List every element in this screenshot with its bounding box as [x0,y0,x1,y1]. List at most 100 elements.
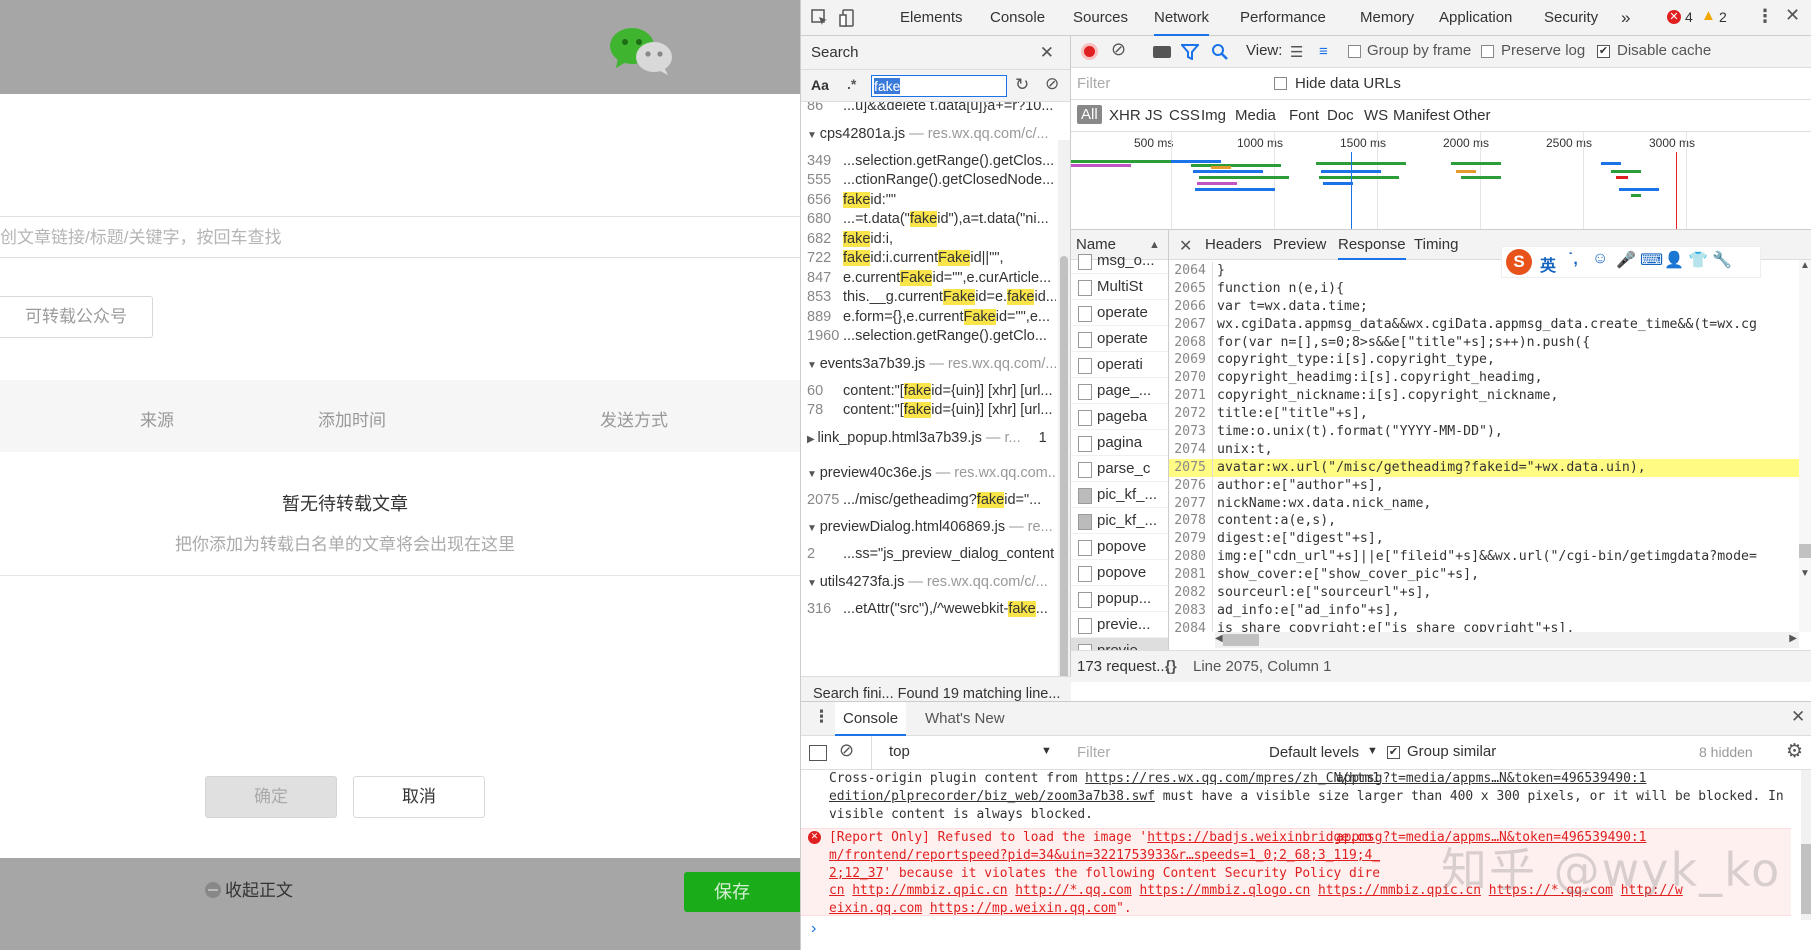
user-icon[interactable]: 👤 [1664,250,1684,270]
clear-search-icon[interactable]: ⊘ [1045,74,1059,94]
request-row[interactable]: operate [1071,326,1168,352]
search-result-line[interactable]: 60 content:"[fakeid={uin}] [xhr] [url... [807,382,1053,399]
request-row[interactable]: pageba [1071,404,1168,430]
pretty-print-icon[interactable]: {} [1165,651,1177,683]
type-filter-doc[interactable]: Doc [1327,107,1354,124]
type-filter-img[interactable]: Img [1201,107,1226,124]
tab-headers[interactable]: Headers [1205,236,1262,253]
clear-console-icon[interactable]: ⊘ [839,740,854,761]
microphone-icon[interactable]: 🎤 [1616,250,1636,270]
request-row[interactable]: pagina [1071,430,1168,456]
save-button[interactable]: 保存 [684,872,800,912]
tab-timing[interactable]: Timing [1414,236,1458,253]
search-icon[interactable] [1211,43,1229,61]
emoji-icon[interactable]: ☺ [1592,250,1608,268]
request-row[interactable]: pic_kf_... [1071,482,1168,508]
type-filter-xhr[interactable]: XHR [1109,107,1141,124]
type-filter-css[interactable]: CSS [1169,107,1200,124]
tab-application[interactable]: Application [1439,0,1512,36]
tab-memory[interactable]: Memory [1360,0,1414,36]
context-dropdown-icon[interactable]: ▼ [1041,745,1052,757]
search-result-file[interactable]: ▼ events3a7b39.js — res.wx.qq.com/... [807,356,1056,372]
scroll-right-icon[interactable]: ▶ [1789,633,1797,644]
article-search-input[interactable]: 创文章链接/标题/关键字，按回车查找 [0,216,800,258]
code-horizontal-scrollbar[interactable]: ◀ ▶ [1215,632,1799,648]
punctuation-icon[interactable]: ˙, [1568,251,1578,269]
tab-console[interactable]: Console [990,0,1045,36]
confirm-button[interactable]: 确定 [205,776,337,818]
filter-icon[interactable] [1181,44,1199,60]
search-result-line[interactable]: 682 fakeid:i, [807,230,893,247]
close-search-icon[interactable]: ✕ [1040,36,1054,70]
scroll-down-icon[interactable]: ▼ [1800,568,1810,579]
skin-icon[interactable]: 👕 [1688,250,1708,270]
drawer-menu-icon[interactable]: ⋮ [813,707,830,727]
close-drawer-icon[interactable]: ✕ [1791,707,1805,727]
code-hscroll-thumb[interactable] [1223,634,1259,646]
search-result-line[interactable]: 2075 .../misc/getheadimg?fakeid="... [807,491,1041,508]
search-result-line[interactable]: 847 e.currentFakeid="",e.curArticle... [807,269,1051,286]
csp-source-link[interactable]: http://*.qq.com [1015,883,1131,898]
log-levels-dropdown[interactable]: Default levels [1269,744,1359,761]
search-query-input[interactable]: fake [871,75,1007,97]
expanded-arrow-icon[interactable]: ▼ [807,469,820,480]
large-rows-icon[interactable]: ☰ [1290,43,1303,61]
search-scrollbar-thumb[interactable] [1060,256,1068,696]
drawer-tab-whats-new[interactable]: What's New [925,702,1005,736]
search-result-line[interactable]: 349 ...selection.getRange().getClos... [807,153,1054,169]
clear-icon[interactable]: ⊘ [1111,39,1126,60]
console-scrollbar-thumb[interactable] [1801,844,1811,914]
tab-elements[interactable]: Elements [900,0,963,36]
tab-response[interactable]: Response [1338,236,1406,260]
tab-sources[interactable]: Sources [1073,0,1128,36]
more-tabs-button[interactable]: » [1621,0,1630,36]
drawer-tab-console[interactable]: Console [835,702,907,736]
request-row[interactable]: operati [1071,352,1168,378]
msg1-swf-link[interactable]: edition/plprecorder/biz_web/zoom3a7b38.s… [829,789,1155,804]
request-row[interactable]: msg_o... [1071,248,1168,274]
type-filter-media[interactable]: Media [1235,107,1276,124]
capture-screenshots-icon[interactable] [1153,46,1171,58]
csp-source-link[interactable]: https://mp.weixin.qq.com [930,901,1116,916]
search-result-line[interactable]: 1960 ...selection.getRange().getClo... [807,328,1047,344]
match-case-toggle[interactable]: Aa [811,77,829,93]
code-vscroll-thumb[interactable] [1799,544,1811,558]
console-scrollbar[interactable] [1801,770,1811,920]
request-row[interactable]: popup... [1071,586,1168,612]
request-row[interactable]: previe... [1071,612,1168,638]
tab-performance[interactable]: Performance [1240,0,1326,36]
request-row[interactable]: operate [1071,300,1168,326]
expanded-arrow-icon[interactable]: ▼ [807,130,820,141]
search-result-line[interactable]: 656 fakeid:"" [807,191,896,208]
tab-security[interactable]: Security [1544,0,1598,36]
search-result-line[interactable]: 889 e.form={},e.currentFakeid="",e... [807,308,1050,325]
warning-count[interactable]: 2 [1719,9,1727,25]
close-detail-icon[interactable]: ✕ [1179,236,1192,256]
settings-wrench-icon[interactable]: 🔧 [1712,250,1732,270]
request-row[interactable]: MultiSt [1071,274,1168,300]
scroll-left-icon[interactable]: ◀ [1215,633,1223,644]
regex-toggle[interactable]: .* [847,76,856,92]
type-filter-other[interactable]: Other [1453,107,1491,124]
csp-source-link[interactable]: cn [829,883,845,898]
collapse-article-button[interactable]: 收起正文 [205,880,293,902]
request-row[interactable]: page_... [1071,378,1168,404]
network-timeline-overview[interactable]: 500 ms 1000 ms 1500 ms 2000 ms 2500 ms 3000 m… [1071,132,1811,230]
request-row[interactable]: popove [1071,560,1168,586]
type-filter-ws[interactable]: WS [1364,107,1388,124]
console-filter-input[interactable]: Filter [1077,744,1110,761]
msg1-source-link[interactable]: appmsg?t=media/appms…N&token=496539490:1 [1336,771,1646,786]
search-result-file[interactable]: ▶ link_popup.html3a7b39.js — r... 1 [807,430,1047,446]
group-similar-checkbox[interactable]: ✔ [1387,746,1400,759]
refresh-icon[interactable]: ↻ [1015,75,1029,95]
response-source-code[interactable]: 2064} 2065 function n(e,i){2066 var t=wx.da… [1169,260,1799,632]
tab-preview[interactable]: Preview [1273,236,1326,253]
context-selector[interactable]: top [889,743,910,760]
expanded-arrow-icon[interactable]: ▼ [807,578,820,589]
expanded-arrow-icon[interactable]: ▼ [807,360,820,371]
tab-network[interactable]: Network [1154,0,1210,36]
ime-language-toggle[interactable]: 英 [1540,252,1556,276]
request-row[interactable]: popove [1071,534,1168,560]
scroll-up-icon[interactable]: ▲ [1800,260,1810,271]
close-devtools-icon[interactable]: ✕ [1785,5,1800,26]
